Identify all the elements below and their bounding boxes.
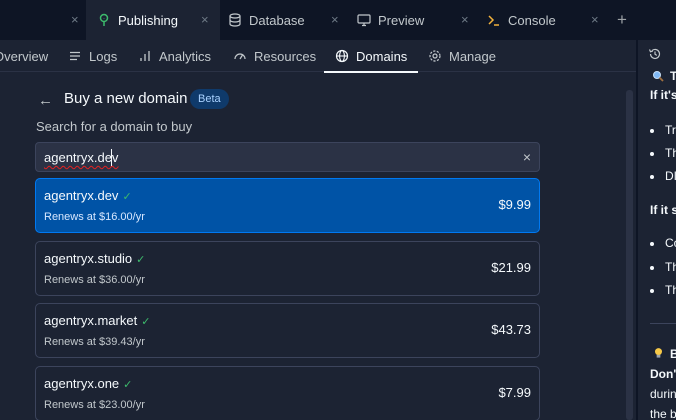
gear-icon [429,50,441,62]
bullet-dot [650,266,654,270]
nav-manage[interactable]: Manage [428,40,496,72]
domain-price: $7.99 [498,385,531,400]
renewal-price: Renews at $16.00/yr [44,211,145,223]
check-icon: ✓ [141,316,151,328]
bullet-dot [650,242,654,246]
search-label: Search for a domain to buy [36,119,193,134]
list-icon [70,51,80,61]
gauge-icon [234,53,246,60]
nav-label: Overview [0,48,49,64]
rp-heading-1: T [670,69,676,83]
magnifier-emoji-icon [653,71,664,82]
nav-label: Logs [89,48,118,64]
renewal-price: Renews at $23.00/yr [44,399,145,411]
tab-console[interactable]: Console × [478,0,608,40]
database-icon [229,13,241,27]
domain-price: $43.73 [491,322,531,337]
assistant-panel: T If it's Tr Th DI If it s Co Th Th B Do… [638,40,676,420]
deployment-nav: Overview Logs Analytics Resources Domain… [0,40,636,73]
buy-domain-panel: ← Buy a new domain Beta Search for a dom… [0,73,636,420]
renewal-price: Renews at $36.00/yr [44,274,145,286]
publishing-icon [99,13,109,26]
tab-truncated[interactable]: × [0,0,86,40]
terminal-icon [488,15,499,26]
globe-icon [335,49,349,63]
domain-name: agentryx.dev ✓ [44,188,132,203]
nav-domains[interactable]: Domains [323,40,419,73]
check-icon: ✓ [122,191,132,203]
rp-bullet-text: DI [665,169,676,183]
clear-icon[interactable]: × [523,149,531,165]
divider-line [650,323,676,324]
rp-line-1: If it's [650,88,676,102]
rp-bullet-text: Th [665,260,676,274]
new-tab-icon[interactable]: + [617,11,627,28]
search-input-value[interactable]: agentryx.dev [44,150,118,165]
nav-label: Domains [356,48,408,64]
nav-label: Resources [254,48,317,64]
domain-result[interactable]: agentryx.studio ✓ Renews at $36.00/yr $21… [35,241,540,296]
monitor-icon [357,14,371,27]
bullet-dot [650,175,654,179]
rp-heading-2: B [670,347,676,361]
tab-label: Database [249,12,305,28]
beta-badge: Beta [190,89,229,109]
rp-line-2: If it s [650,203,676,217]
tab-label: Console [508,12,556,28]
scrollbar[interactable] [626,90,633,420]
close-icon[interactable]: × [591,12,599,28]
domain-search-input[interactable]: agentryx.dev × [35,142,540,172]
renewal-price: Renews at $39.43/yr [44,336,145,348]
back-arrow-icon[interactable]: ← [38,92,53,109]
tab-preview[interactable]: Preview × [348,0,478,40]
lightbulb-emoji-icon [655,348,662,358]
bullet-dot [650,289,654,293]
rp-line-3: Don' [650,367,676,381]
nav-analytics[interactable]: Analytics [138,40,211,72]
domain-result[interactable]: agentryx.dev ✓ Renews at $16.00/yr $9.99 [35,178,540,233]
history-icon[interactable] [648,47,662,61]
domain-name-text: agentryx.dev [44,188,119,203]
domain-name-text: agentryx.studio [44,251,133,266]
rp-bullet-text: Th [665,146,676,160]
rp-bullet-text: Co [665,236,676,250]
tab-publishing[interactable]: Publishing × [86,0,220,40]
domain-price: $21.99 [491,260,531,275]
domain-name: agentryx.market ✓ [44,313,150,328]
rp-bullet-text: Th [665,283,676,297]
rp-bullet-text: Tr [665,123,676,137]
close-icon[interactable]: × [201,12,209,28]
domain-name: agentryx.studio ✓ [44,251,145,266]
tab-bar: × Publishing × Database × Preview × Cons… [0,0,676,40]
page-title: Buy a new domain [64,90,188,107]
domain-name: agentryx.one ✓ [44,376,132,391]
close-icon[interactable]: × [461,12,469,28]
close-icon[interactable]: × [331,12,339,28]
check-icon: ✓ [136,254,146,266]
domain-price: $9.99 [498,197,531,212]
domain-name-text: agentryx.market [44,313,138,328]
nav-label: Manage [449,48,496,64]
rp-line-4: durin [650,387,676,401]
domain-result[interactable]: agentryx.market ✓ Renews at $39.43/yr $43… [35,303,540,358]
nav-resources[interactable]: Resources [233,40,316,72]
nav-logs[interactable]: Logs [68,40,117,72]
tab-bar-edge [636,0,676,40]
tab-label: Preview [378,12,425,28]
bullet-dot [650,152,654,156]
nav-overview[interactable]: Overview [0,40,48,72]
close-icon[interactable]: × [71,12,79,28]
check-icon: ✓ [123,379,133,391]
domain-name-text: agentryx.one [44,376,120,391]
rp-line-5: the b [650,407,676,420]
text-caret [111,149,112,166]
bar-chart-icon [140,51,150,61]
nav-label: Analytics [159,48,212,64]
domain-result[interactable]: agentryx.one ✓ Renews at $23.00/yr $7.99 [35,366,540,420]
tab-label: Publishing [118,12,178,28]
tab-database[interactable]: Database × [220,0,348,40]
bullet-dot [650,129,654,133]
